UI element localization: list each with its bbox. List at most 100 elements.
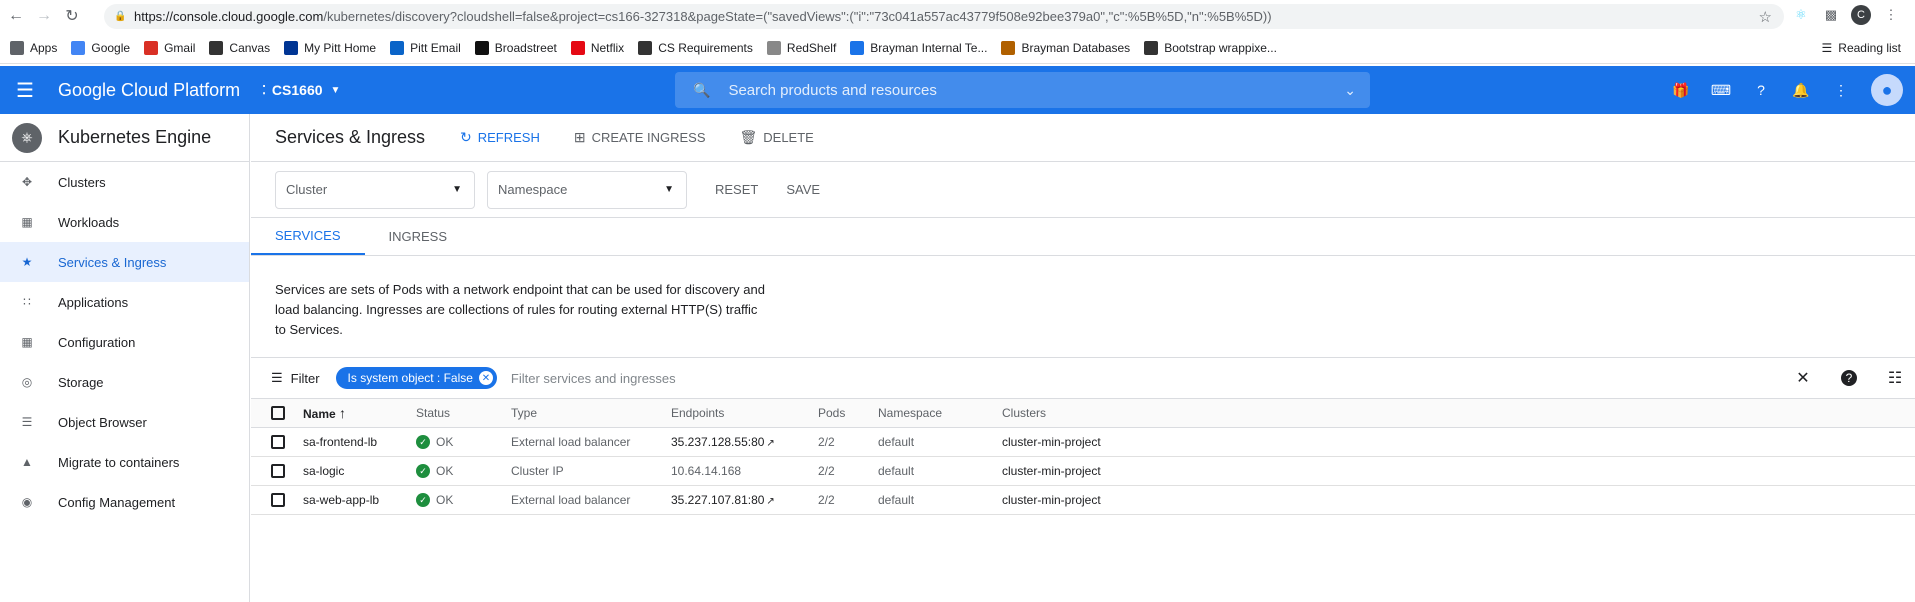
sidebar-item-configuration[interactable]: ▦ Configuration xyxy=(0,322,249,362)
bookmark-item[interactable]: Gmail xyxy=(144,40,195,55)
check-circle-icon: ✓ xyxy=(416,464,430,479)
delete-button[interactable]: 🗑 DELETE xyxy=(739,129,813,146)
filter-input[interactable]: Filter services and ingresses xyxy=(511,371,676,386)
open-in-new-icon[interactable]: ↗ xyxy=(766,438,774,449)
column-header-namespace[interactable]: Namespace xyxy=(878,398,1002,428)
create-ingress-button[interactable]: ⊞ CREATE INGRESS xyxy=(574,129,706,146)
chrome-menu-icon[interactable]: ⋮ xyxy=(1881,5,1901,25)
sidebar-item-applications[interactable]: ∷ Applications xyxy=(0,282,249,322)
column-header-clusters[interactable]: Clusters xyxy=(1002,398,1915,428)
table-row[interactable]: sa-frontend-lb ✓ OK External load balancer 3… xyxy=(251,427,1915,457)
cluster-select[interactable]: Cluster ▼ xyxy=(275,170,475,209)
endpoint-cell[interactable]: 35.227.107.81:80 ↗ xyxy=(671,485,818,515)
save-button[interactable]: SAVE xyxy=(786,182,820,197)
dropdown-arrow-icon: ▼ xyxy=(664,184,674,195)
bookmark-label: Brayman Databases xyxy=(1021,40,1131,55)
help-icon[interactable]: ? xyxy=(1841,370,1857,386)
bookmark-item[interactable]: Canvas xyxy=(209,40,270,55)
filter-chip[interactable]: Is system object : False ✕ xyxy=(335,367,497,389)
service-name[interactable]: sa-frontend-lb xyxy=(303,427,416,457)
chevron-down-icon[interactable]: ⌄ xyxy=(1344,82,1356,99)
endpoint-cell[interactable]: 35.237.128.55:80 ↗ xyxy=(671,427,818,457)
sidebar-item-workloads[interactable]: ▦ Workloads xyxy=(0,202,249,242)
bookmark-item[interactable]: RedShelf xyxy=(766,40,836,55)
project-selector[interactable]: ⁚ CS1660 ▼ xyxy=(262,82,340,98)
bookmark-star-icon[interactable]: ☆ xyxy=(1759,8,1772,26)
row-checkbox[interactable] xyxy=(271,435,285,449)
sidebar-item-storage[interactable]: ◎ Storage xyxy=(0,362,249,402)
delete-label: DELETE xyxy=(763,130,814,145)
sidebar-item-migrate-to-containers[interactable]: ▲ Migrate to containers xyxy=(0,442,249,482)
clear-filter-icon[interactable]: ✕ xyxy=(1793,368,1813,388)
sidebar-title: Kubernetes Engine xyxy=(58,127,212,147)
bookmark-item[interactable]: Broadstreet xyxy=(474,40,557,55)
column-header-endpoints[interactable]: Endpoints xyxy=(671,398,818,428)
service-name[interactable]: sa-web-app-lb xyxy=(303,485,416,515)
account-avatar[interactable]: ● xyxy=(1871,74,1903,106)
sidebar-item-label: Object Browser xyxy=(58,414,147,430)
row-checkbox[interactable] xyxy=(271,464,285,478)
filter-button[interactable]: ☰ Filter xyxy=(271,370,320,386)
close-icon[interactable]: ✕ xyxy=(478,371,493,385)
menu-icon[interactable]: ☰ xyxy=(16,78,40,103)
namespace-select[interactable]: Namespace ▼ xyxy=(487,170,687,209)
search-input[interactable]: 🔍 Search products and resources ⌄ xyxy=(675,72,1370,108)
bookmark-item[interactable]: Apps xyxy=(10,40,57,55)
outlook-icon xyxy=(390,40,405,55)
sidebar: ⎈ Kubernetes Engine ✥ Clusters ▦ Workloads ★… xyxy=(0,114,250,602)
column-display-icon[interactable]: ☷ xyxy=(1885,368,1905,388)
forward-icon[interactable]: → xyxy=(32,4,56,28)
bookmark-item[interactable]: Google xyxy=(71,40,130,55)
column-header-status[interactable]: Status xyxy=(416,398,511,428)
sidebar-item-object-browser[interactable]: ☰ Object Browser xyxy=(0,402,249,442)
bookmark-item[interactable]: CS Requirements xyxy=(638,40,753,55)
extensions-puzzle-icon[interactable]: ▩ xyxy=(1821,5,1841,25)
select-all-checkbox[interactable] xyxy=(271,406,285,420)
cluster-cell[interactable]: cluster-min-project xyxy=(1002,427,1915,457)
help-icon[interactable]: ? xyxy=(1751,80,1771,100)
row-checkbox[interactable] xyxy=(271,493,285,507)
column-header-pods[interactable]: Pods xyxy=(818,398,878,428)
gift-icon[interactable]: 🎁 xyxy=(1671,80,1691,100)
extension-react-icon[interactable]: ⚛ xyxy=(1791,5,1811,25)
bookmark-item[interactable]: Brayman Internal Te... xyxy=(850,40,987,55)
column-header-name[interactable]: Name ↑ xyxy=(303,398,416,428)
check-circle-icon: ✓ xyxy=(416,435,430,450)
column-header-type[interactable]: Type xyxy=(511,398,671,428)
cluster-cell[interactable]: cluster-min-project xyxy=(1002,485,1915,515)
sidebar-item-config-management[interactable]: ◉ Config Management xyxy=(0,482,249,522)
reset-button[interactable]: RESET xyxy=(715,182,758,197)
table-row[interactable]: sa-web-app-lb ✓ OK External load balancer 35… xyxy=(251,485,1915,515)
pitt-icon xyxy=(284,40,299,55)
more-vert-icon[interactable]: ⋮ xyxy=(1831,80,1851,100)
filter-chip-label: Is system object : False xyxy=(347,371,473,385)
sidebar-item-clusters[interactable]: ✥ Clusters xyxy=(0,162,249,202)
notifications-bell-icon[interactable]: 🔔 xyxy=(1791,80,1811,100)
bookmark-item[interactable]: My Pitt Home xyxy=(284,40,376,55)
reading-list-button[interactable]: ☰ Reading list xyxy=(1822,41,1901,55)
cloud-shell-icon[interactable]: ⌨ xyxy=(1711,80,1731,100)
row-select-cell xyxy=(251,427,303,457)
address-bar[interactable]: 🔒 https://console.cloud.google.com/kuber… xyxy=(104,4,1784,29)
product-title[interactable]: Google Cloud Platform xyxy=(58,80,240,101)
open-in-new-icon[interactable]: ↗ xyxy=(766,496,774,507)
namespace-select-placeholder: Namespace xyxy=(498,182,568,197)
bookmark-item[interactable]: Bootstrap wrappixe... xyxy=(1144,40,1277,55)
bookmark-item[interactable]: Netflix xyxy=(570,40,624,55)
sidebar-item-services-ingress[interactable]: ★ Services & Ingress xyxy=(0,242,249,282)
service-name[interactable]: sa-logic xyxy=(303,456,416,486)
table-row[interactable]: sa-logic ✓ OK Cluster IP 10.64.14.168 2/2 defa… xyxy=(251,456,1915,486)
tab-services[interactable]: SERVICES xyxy=(251,217,365,255)
refresh-label: REFRESH xyxy=(477,130,540,145)
back-icon[interactable]: ← xyxy=(4,4,28,28)
status-text: OK xyxy=(436,434,454,449)
profile-avatar[interactable]: C xyxy=(1851,5,1871,25)
redshelf-icon xyxy=(766,40,781,55)
bookmark-item[interactable]: Brayman Databases xyxy=(1001,40,1131,55)
bookmark-item[interactable]: Pitt Email xyxy=(390,40,461,55)
tab-ingress[interactable]: INGRESS xyxy=(365,217,472,255)
reload-icon[interactable]: ↻ xyxy=(60,4,84,28)
endpoint-text: 35.237.128.55:80 xyxy=(671,435,765,449)
refresh-button[interactable]: ↻ REFRESH xyxy=(460,129,540,146)
cluster-cell[interactable]: cluster-min-project xyxy=(1002,456,1915,486)
